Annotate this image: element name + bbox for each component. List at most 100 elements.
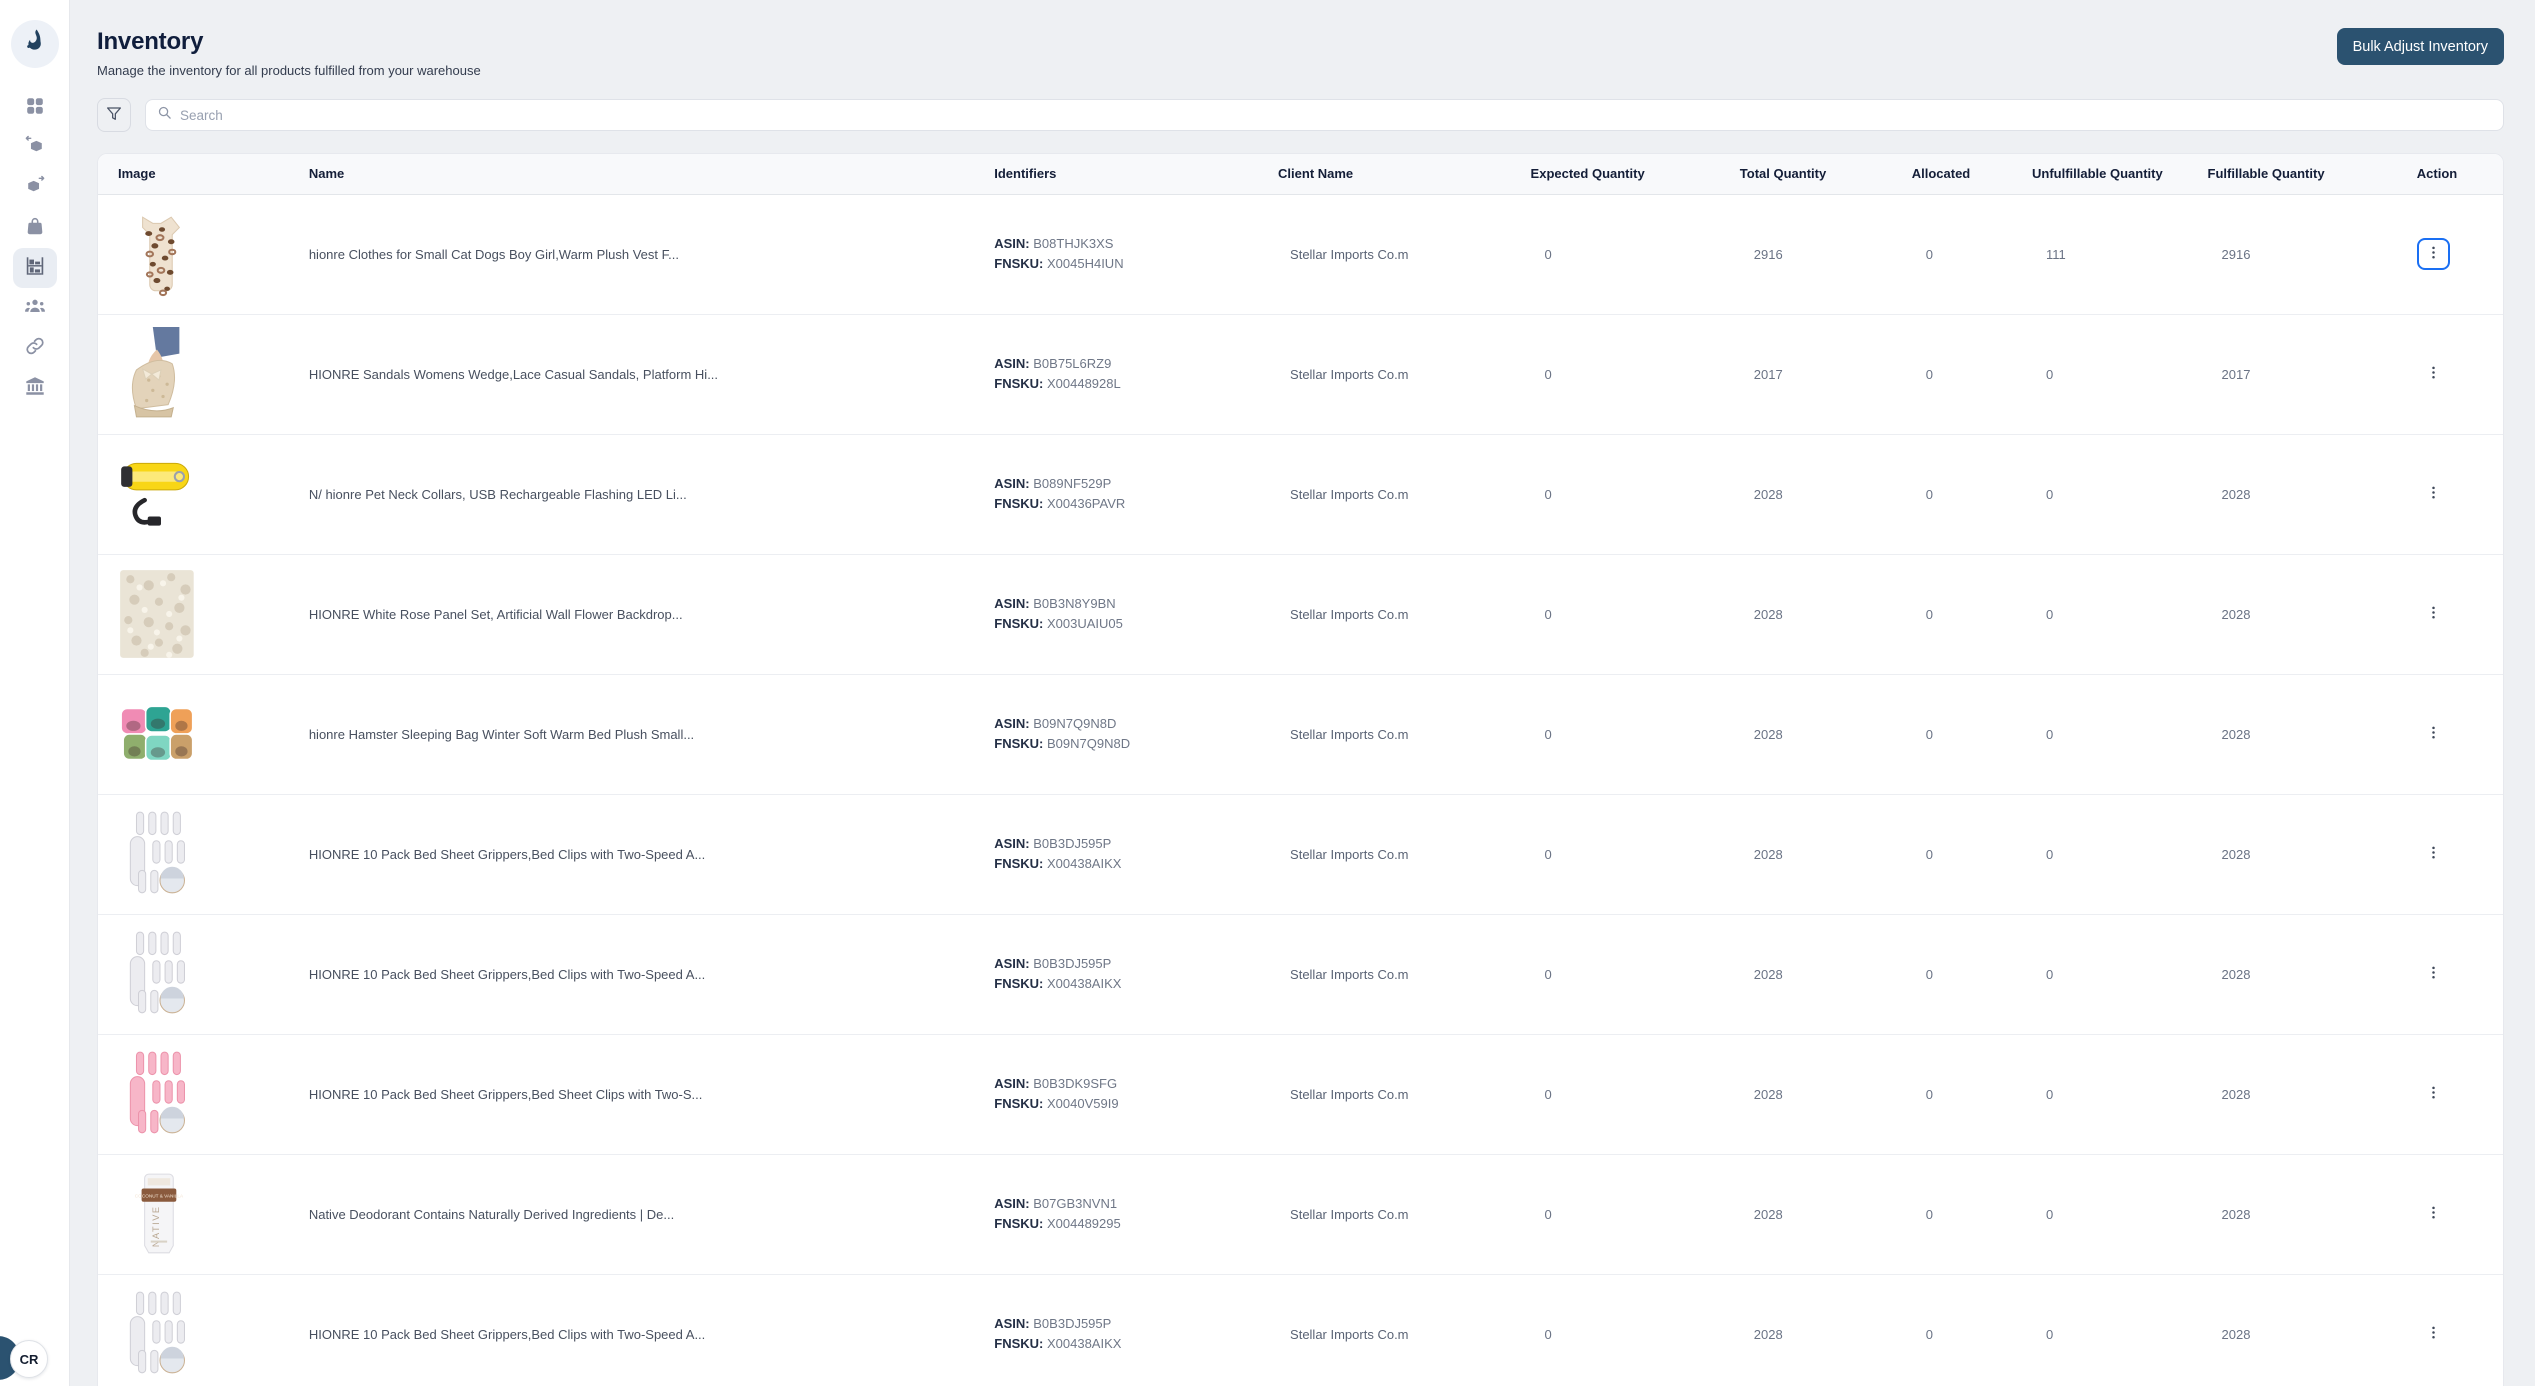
fnsku-label: FNSKU: <box>994 976 1044 991</box>
fulfillable-quantity-value: 2028 <box>2221 606 2251 622</box>
asin-value: B0B3DJ595P <box>1033 836 1112 851</box>
product-image-wedge-sandals <box>114 326 214 422</box>
asin-label: ASIN: <box>994 476 1030 491</box>
fnsku-value: X00436PAVR <box>1046 496 1126 511</box>
asin-label: ASIN: <box>994 716 1030 731</box>
fulfillable-quantity-value: 2028 <box>2221 726 2251 742</box>
page-title-block: Inventory Manage the inventory for all p… <box>97 28 481 78</box>
allocated-value: 0 <box>1925 366 1933 382</box>
svg-text:COCONUT & VANILLA: COCONUT & VANILLA <box>135 1194 184 1199</box>
search-box[interactable] <box>145 99 2504 131</box>
people-icon <box>24 295 46 322</box>
product-image-grippers-pink <box>114 1046 214 1142</box>
product-name: Native Deodorant Contains Naturally Deri… <box>308 1206 675 1222</box>
sidebar-item-inventory[interactable] <box>12 248 57 288</box>
asin-value: B08THJK3XS <box>1033 236 1114 251</box>
bank-icon <box>24 375 46 402</box>
asin-label: ASIN: <box>994 956 1030 971</box>
allocated-value: 0 <box>1925 1206 1933 1222</box>
table-row: HIONRE White Rose Panel Set, Artificial … <box>98 553 2503 674</box>
total-quantity-value: 2028 <box>1753 1206 1783 1222</box>
column-header-allocated: Allocated <box>1907 154 2028 195</box>
total-quantity-value: 2028 <box>1753 726 1783 742</box>
expected-quantity-value: 0 <box>1544 1086 1552 1102</box>
sidebar-item-shipping[interactable] <box>13 168 57 208</box>
kebab-menu-icon <box>2426 485 2441 503</box>
sidebar-item-orders[interactable] <box>13 208 57 248</box>
fnsku-label: FNSKU: <box>994 1096 1044 1111</box>
expected-quantity-value: 0 <box>1544 246 1552 262</box>
kebab-menu-icon <box>2426 365 2441 383</box>
allocated-value: 0 <box>1925 966 1933 982</box>
column-header-image: Image <box>98 154 305 195</box>
table-row: N/ hionre Pet Neck Collars, USB Recharge… <box>98 433 2503 554</box>
asin-value: B07GB3NVN1 <box>1033 1196 1118 1211</box>
client-name: Stellar Imports Co.m <box>1290 966 1409 982</box>
search-icon <box>157 105 172 125</box>
link-icon <box>24 335 46 362</box>
sidebar-item-billing[interactable] <box>13 368 57 408</box>
unfulfillable-quantity-value: 0 <box>2045 1206 2054 1222</box>
kebab-menu-icon <box>2426 605 2441 623</box>
product-image-grippers-white <box>114 806 214 902</box>
cube-arrow-right-icon <box>24 175 46 202</box>
expected-quantity-value: 0 <box>1544 1326 1552 1342</box>
toolbar <box>97 98 2504 132</box>
sidebar-item-dashboard[interactable] <box>13 88 57 128</box>
fnsku-label: FNSKU: <box>994 736 1044 751</box>
asin-label: ASIN: <box>994 236 1030 251</box>
product-name: hionre Hamster Sleeping Bag Winter Soft … <box>308 726 695 742</box>
page-title: Inventory <box>97 28 204 55</box>
kebab-menu-icon <box>2426 845 2441 863</box>
page-header: Inventory Manage the inventory for all p… <box>97 28 2504 78</box>
table-row: COCONUT & VANILLA NATIVE Native Deodorant… <box>98 1153 2503 1274</box>
kebab-menu-icon <box>2426 1325 2441 1343</box>
table-header-row: Image Name Identifiers Client Name Expected … <box>98 154 2503 195</box>
app-logo[interactable] <box>10 20 59 68</box>
fulfillable-quantity-value: 2916 <box>2221 246 2251 262</box>
sidebar-bottom: CR <box>0 1324 69 1386</box>
bulk-adjust-inventory-button[interactable]: Bulk Adjust Inventory <box>2336 28 2504 65</box>
row-actions-button[interactable] <box>2417 838 2450 870</box>
row-actions-button[interactable] <box>2417 958 2450 990</box>
sidebar-item-integrations[interactable] <box>13 328 57 368</box>
fnsku-label: FNSKU: <box>994 1336 1044 1352</box>
table-row: HIONRE 10 Pack Bed Sheet Grippers,Bed Sh… <box>98 1033 2503 1154</box>
product-name: HIONRE 10 Pack Bed Sheet Grippers,Bed Cl… <box>308 846 706 862</box>
table-row: HIONRE 10 Pack Bed Sheet Grippers,Bed Cl… <box>98 913 2503 1034</box>
client-name: Stellar Imports Co.m <box>1290 606 1409 622</box>
allocated-value: 0 <box>1925 1326 1933 1342</box>
table-row: hionre Clothes for Small Cat Dogs Boy Gi… <box>98 194 2503 314</box>
total-quantity-value: 2028 <box>1753 1086 1783 1102</box>
row-actions-button[interactable] <box>2417 718 2450 750</box>
fnsku-value: X00438AIKX <box>1046 1336 1122 1352</box>
allocated-value: 0 <box>1925 246 1933 262</box>
row-actions-button[interactable] <box>2417 1078 2450 1110</box>
kebab-menu-icon <box>2426 245 2441 263</box>
bag-icon <box>24 215 46 242</box>
kebab-menu-icon <box>2426 1205 2441 1223</box>
inventory-table: Image Name Identifiers Client Name Expected … <box>98 154 2503 1386</box>
filter-button[interactable] <box>97 98 131 132</box>
row-actions-button[interactable] <box>2417 1198 2450 1230</box>
row-actions-button[interactable] <box>2417 598 2450 630</box>
sidebar-item-receiving[interactable] <box>13 128 57 168</box>
product-image-grippers-white <box>114 1286 214 1382</box>
total-quantity-value: 2028 <box>1753 486 1783 502</box>
avatar[interactable]: CR <box>10 1340 48 1378</box>
sidebar-item-team[interactable] <box>13 288 57 328</box>
allocated-value: 0 <box>1925 1086 1933 1102</box>
total-quantity-value: 2017 <box>1753 366 1783 382</box>
unfulfillable-quantity-value: 0 <box>2045 966 2054 982</box>
row-actions-button[interactable] <box>2417 1318 2450 1350</box>
row-actions-button[interactable] <box>2417 358 2450 390</box>
search-input[interactable] <box>180 107 2492 123</box>
row-actions-button[interactable] <box>2417 478 2450 510</box>
unfulfillable-quantity-value: 111 <box>2045 246 2066 262</box>
main-content: Inventory Manage the inventory for all p… <box>70 0 2535 1386</box>
expected-quantity-value: 0 <box>1544 606 1552 622</box>
row-actions-button[interactable] <box>2416 238 2450 270</box>
expected-quantity-value: 0 <box>1544 966 1552 982</box>
table-row: HIONRE Sandals Womens Wedge,Lace Casual … <box>98 313 2503 434</box>
total-quantity-value: 2028 <box>1753 966 1783 982</box>
